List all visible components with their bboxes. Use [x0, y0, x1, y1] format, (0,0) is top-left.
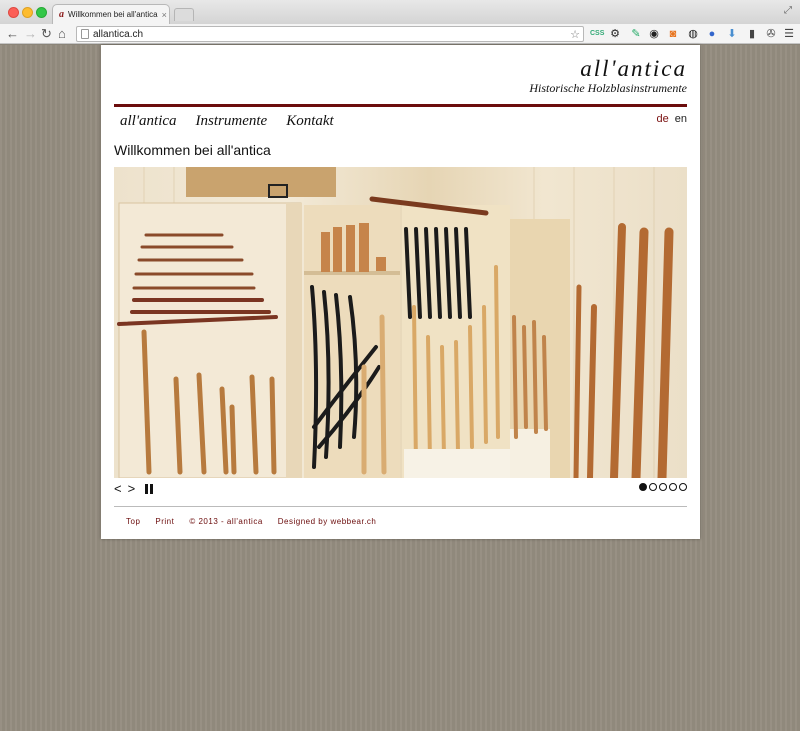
- wrench-icon[interactable]: ✇: [764, 27, 778, 41]
- slide-dot[interactable]: [659, 483, 667, 491]
- slide-prev-icon[interactable]: <: [114, 481, 122, 496]
- tab-close-icon[interactable]: ×: [162, 10, 167, 20]
- slide-indicators: [639, 483, 687, 491]
- slide-next-icon[interactable]: >: [128, 481, 136, 496]
- pause-icon[interactable]: [145, 483, 154, 494]
- window-minimize-button[interactable]: [22, 7, 33, 18]
- slide-dot[interactable]: [679, 483, 687, 491]
- page-background: all'antica Historische Holzblasinstrumen…: [0, 45, 800, 731]
- slide-dot[interactable]: [649, 483, 657, 491]
- back-icon[interactable]: ←: [6, 25, 19, 43]
- nav-item-kontakt[interactable]: Kontakt: [286, 113, 334, 130]
- reload-ext-icon[interactable]: ◍: [686, 27, 700, 41]
- tab-title: Willkommen bei all'antica: [68, 10, 158, 19]
- nav-item-allantica[interactable]: all'antica: [120, 113, 177, 130]
- globe-icon[interactable]: ●: [705, 27, 719, 41]
- clipboard-icon[interactable]: ▮: [745, 27, 759, 41]
- browser-tab[interactable]: a Willkommen bei all'antica ×: [52, 4, 170, 24]
- footer-divider: [114, 506, 687, 507]
- slide-dot[interactable]: [669, 483, 677, 491]
- fullscreen-icon[interactable]: ⤢: [784, 5, 792, 16]
- site-footer: Top Print © 2013 - all'antica Designed b…: [126, 517, 376, 526]
- url-text[interactable]: allantica.ch: [93, 29, 143, 40]
- record-icon[interactable]: ◉: [647, 27, 661, 41]
- new-tab-button[interactable]: [174, 8, 194, 21]
- address-bar[interactable]: allantica.ch ☆: [76, 26, 584, 42]
- site-logo[interactable]: all'antica: [580, 56, 687, 82]
- favicon-icon: a: [59, 9, 64, 20]
- language-switcher: de en: [657, 113, 688, 125]
- slide-dot[interactable]: [639, 483, 647, 491]
- content-wrapper: all'antica Historische Holzblasinstrumen…: [101, 45, 700, 539]
- nav-item-instrumente[interactable]: Instrumente: [196, 113, 268, 130]
- instrument-cabinet-photo: [117, 167, 674, 478]
- slideshow-image[interactable]: [114, 167, 687, 478]
- bookmark-star-icon[interactable]: ☆: [570, 28, 580, 41]
- forward-icon[interactable]: →: [24, 25, 37, 43]
- main-nav: all'antica Instrumente Kontakt: [120, 113, 334, 130]
- footer-designer-link[interactable]: Designed by webbear.ch: [278, 517, 377, 526]
- footer-print-link[interactable]: Print: [155, 517, 174, 526]
- slideshow-controls: < >: [114, 481, 154, 496]
- lang-en-link[interactable]: en: [675, 113, 687, 125]
- page-icon: [81, 29, 89, 39]
- header-divider: [114, 104, 687, 107]
- menu-icon[interactable]: ☰: [782, 27, 796, 41]
- rss-icon[interactable]: ◙: [666, 27, 680, 41]
- gear-icon[interactable]: ⚙: [608, 27, 622, 41]
- home-icon[interactable]: ⌂: [58, 25, 66, 43]
- css-icon[interactable]: CSS: [590, 27, 604, 41]
- footer-copyright: © 2013 - all'antica: [189, 517, 263, 526]
- browser-titlebar: a Willkommen bei all'antica × ⤢: [0, 0, 800, 24]
- window-maximize-button[interactable]: [36, 7, 47, 18]
- download-icon[interactable]: ⬇: [725, 27, 739, 41]
- browser-toolbar: ← → ↻ ⌂ allantica.ch ☆ CSS ⚙ ✎ ◉ ◙ ◍ ● ⬇…: [0, 24, 800, 44]
- reload-icon[interactable]: ↻: [41, 25, 52, 43]
- footer-top-link[interactable]: Top: [126, 517, 140, 526]
- lang-de-link[interactable]: de: [657, 113, 669, 125]
- site-tagline: Historische Holzblasinstrumente: [529, 81, 687, 95]
- page-title: Willkommen bei all'antica: [114, 142, 271, 158]
- eyedropper-icon[interactable]: ✎: [629, 27, 643, 41]
- window-close-button[interactable]: [8, 7, 19, 18]
